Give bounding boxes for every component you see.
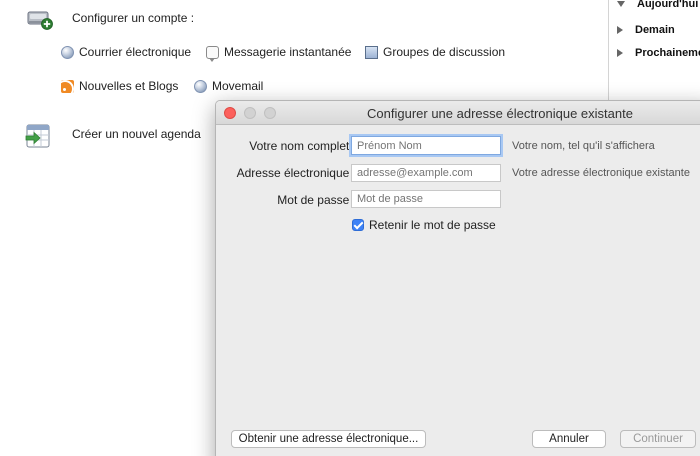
- chevron-down-icon: [617, 1, 625, 7]
- agenda-item-upcoming[interactable]: Prochainement: [617, 47, 700, 59]
- agenda-item-label: Aujourd'hui: [637, 0, 699, 10]
- agenda-item-tomorrow[interactable]: Demain: [617, 24, 675, 36]
- password-input[interactable]: [351, 190, 501, 208]
- email-input[interactable]: [351, 164, 501, 182]
- account-newsgroups-link[interactable]: Groupes de discussion: [365, 45, 505, 59]
- account-movemail-label: Movemail: [212, 79, 264, 93]
- email-label: Adresse électronique :: [236, 166, 356, 180]
- agenda-pane: Aujourd'hui Demain Prochainement: [608, 0, 700, 104]
- remember-password-label: Retenir le mot de passe: [369, 218, 496, 232]
- agenda-item-today[interactable]: Aujourd'hui: [617, 0, 698, 10]
- continue-button[interactable]: Continuer: [620, 430, 696, 448]
- account-chat-link[interactable]: Messagerie instantanée: [206, 45, 352, 62]
- chevron-right-icon: [617, 49, 623, 57]
- account-email-label: Courrier électronique: [79, 45, 192, 59]
- full-name-hint: Votre nom, tel qu'il s'affichera: [512, 140, 655, 152]
- globe-icon: [194, 79, 207, 93]
- chat-bubble-icon: [206, 45, 219, 62]
- dialog-title: Configurer une adresse électronique exis…: [367, 106, 633, 121]
- globe-icon: [61, 45, 74, 59]
- account-chat-label: Messagerie instantanée: [224, 45, 352, 59]
- account-movemail-link[interactable]: Movemail: [194, 79, 263, 93]
- configure-account-title: Configurer un compte :: [72, 11, 195, 25]
- calendar-add-icon[interactable]: [24, 122, 52, 150]
- rss-icon: [61, 79, 74, 93]
- agenda-item-label: Demain: [635, 24, 675, 36]
- account-email-link[interactable]: Courrier électronique: [61, 45, 191, 59]
- create-calendar-link[interactable]: Créer un nouvel agenda: [72, 127, 201, 141]
- remember-password-checkbox[interactable]: [352, 219, 364, 231]
- account-feeds-link[interactable]: Nouvelles et Blogs: [61, 79, 178, 93]
- remember-password-option[interactable]: Retenir le mot de passe: [352, 218, 496, 232]
- account-newsgroups-label: Groupes de discussion: [383, 45, 506, 59]
- dialog-titlebar[interactable]: Configurer une adresse électronique exis…: [216, 101, 700, 125]
- account-setup-dialog: Configurer une adresse électronique exis…: [215, 100, 700, 456]
- agenda-item-label: Prochainement: [635, 47, 700, 59]
- newsgroup-icon: [365, 45, 378, 59]
- email-hint: Votre adresse électronique existante: [512, 167, 690, 179]
- full-name-input[interactable]: [351, 136, 501, 155]
- account-feeds-label: Nouvelles et Blogs: [79, 79, 179, 93]
- chevron-right-icon: [617, 26, 623, 34]
- cancel-button[interactable]: Annuler: [532, 430, 606, 448]
- full-name-label: Votre nom complet :: [249, 139, 356, 153]
- drive-add-icon: [26, 8, 54, 30]
- get-new-address-button[interactable]: Obtenir une adresse électronique...: [231, 430, 426, 448]
- password-label: Mot de passe :: [277, 193, 356, 207]
